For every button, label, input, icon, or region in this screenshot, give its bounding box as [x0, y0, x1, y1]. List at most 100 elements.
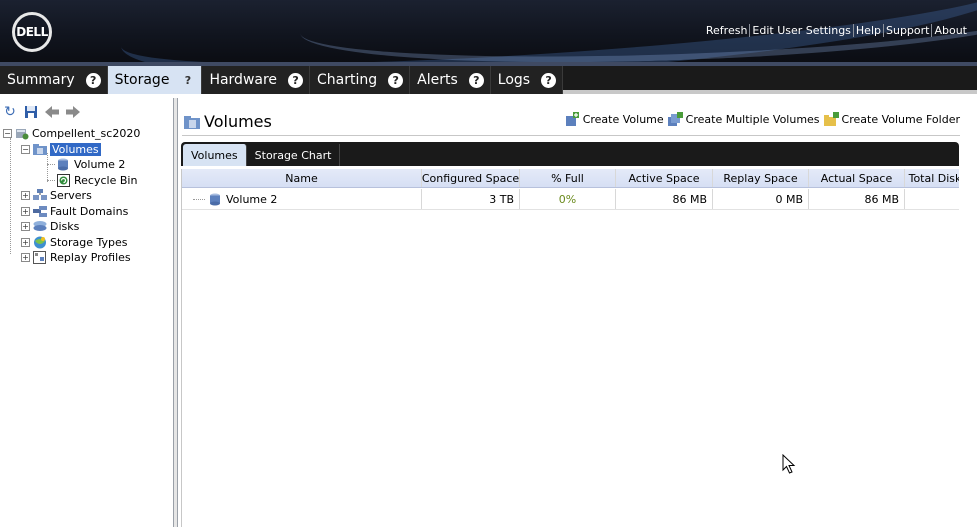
column-header-pct-full[interactable]: % Full [520, 169, 616, 187]
tree-item-label: Volume 2 [74, 158, 126, 172]
expand-icon[interactable]: + [21, 191, 30, 201]
servers-icon [33, 189, 47, 202]
help-icon[interactable]: ? [288, 72, 304, 88]
tree-line [193, 198, 205, 200]
create-multiple-volumes-icon [667, 112, 683, 127]
tab-alerts[interactable]: Alerts ? [410, 66, 491, 94]
cell-actual-space: 86 MB [809, 189, 905, 209]
tab-label: Summary [7, 72, 75, 88]
subtab-volumes[interactable]: Volumes [183, 144, 247, 166]
tree-line [47, 180, 55, 181]
volumes-folder-icon [33, 143, 47, 156]
tab-storage[interactable]: Storage ? [107, 66, 203, 94]
page-title-text: Volumes [204, 112, 272, 131]
volumes-content: Volumes Create Volume Create Multiple Vo… [179, 98, 977, 527]
create-multiple-volumes-button[interactable]: Create Multiple Volumes [667, 112, 820, 127]
column-header-active-space[interactable]: Active Space [616, 169, 713, 187]
tree-item-label: Disks [50, 220, 80, 234]
column-header-name[interactable]: Name [182, 169, 422, 187]
cell-replay-space: 0 MB [713, 189, 809, 209]
tab-label: Alerts [417, 72, 458, 88]
refresh-icon[interactable]: ↻ [2, 104, 18, 120]
create-multiple-volumes-label: Create Multiple Volumes [685, 113, 820, 126]
create-volume-button[interactable]: Create Volume [565, 112, 664, 127]
tree-item-volume-2[interactable]: Volume 2 [3, 157, 173, 173]
help-icon[interactable]: ? [85, 72, 101, 88]
cell-active-space: 86 MB [616, 189, 713, 209]
volume-actions: Create Volume Create Multiple Volumes Cr… [565, 112, 960, 127]
page-title: Volumes [184, 112, 272, 131]
replay-profiles-icon [33, 251, 47, 265]
tree-item-label: Recycle Bin [74, 173, 138, 187]
tab-label: Hardware [209, 72, 278, 88]
tab-charting[interactable]: Charting ? [310, 66, 411, 94]
cell-name: Volume 2 [182, 189, 422, 209]
table-row[interactable]: Volume 2 3 TB 0% 86 MB 0 MB 86 MB [182, 189, 959, 210]
tree-item-fault-domains[interactable]: + Fault Domains [3, 204, 173, 220]
subtab-storage-chart[interactable]: Storage Chart [247, 144, 341, 166]
create-volume-folder-button[interactable]: Create Volume Folder [823, 112, 960, 127]
back-arrow-icon[interactable] [44, 104, 60, 120]
tree-item-disks[interactable]: + Disks [3, 219, 173, 235]
tree-item-recycle-bin[interactable]: Recycle Bin [3, 173, 173, 189]
tree-item-label: Compellent_sc2020 [32, 127, 141, 141]
column-header-configured-space[interactable]: Configured Space [422, 169, 520, 187]
cell-configured-space: 3 TB [422, 189, 520, 209]
tab-hardware[interactable]: Hardware ? [202, 66, 311, 94]
table-header: Name Configured Space % Full Active Spac… [182, 169, 959, 188]
create-volume-label: Create Volume [582, 113, 664, 126]
collapse-icon[interactable]: − [3, 129, 12, 139]
expand-icon[interactable]: + [21, 253, 30, 263]
tree-item-servers[interactable]: + Servers [3, 188, 173, 204]
help-icon[interactable]: ? [541, 72, 557, 88]
tab-logs[interactable]: Logs ? [490, 66, 564, 94]
header-banner: DELL Refresh Edit User Settings Help Sup… [0, 0, 977, 62]
refresh-link[interactable]: Refresh [704, 24, 750, 37]
mouse-cursor-icon [782, 454, 796, 474]
tree-line [10, 138, 11, 254]
tab-label: Logs [497, 72, 531, 88]
storage-types-icon [33, 236, 47, 249]
column-header-actual-space[interactable]: Actual Space [809, 169, 905, 187]
tab-summary[interactable]: Summary ? [0, 66, 108, 94]
help-icon[interactable]: ? [468, 72, 484, 88]
panel-splitter[interactable] [174, 98, 178, 527]
disks-icon [33, 220, 47, 233]
help-icon[interactable]: ? [180, 73, 195, 88]
expand-icon[interactable]: + [21, 222, 30, 232]
recycle-bin-icon [57, 173, 71, 187]
cell-pct-full: 0% [520, 189, 616, 209]
tree-item-volumes[interactable]: − Volumes [3, 142, 173, 158]
volumes-table: Name Configured Space % Full Active Spac… [181, 169, 959, 527]
tree-item-label: Volumes [50, 142, 101, 156]
cell-total-disk [905, 189, 959, 209]
column-header-replay-space[interactable]: Replay Space [713, 169, 809, 187]
create-volume-folder-label: Create Volume Folder [841, 113, 960, 126]
edit-user-settings-link[interactable]: Edit User Settings [749, 24, 852, 37]
tree-item-label: Storage Types [50, 235, 128, 249]
help-icon[interactable]: ? [388, 72, 404, 88]
top-links: Refresh Edit User Settings Help Support … [704, 24, 969, 37]
content-subtabs: Volumes Storage Chart [181, 142, 959, 166]
help-link[interactable]: Help [852, 24, 883, 37]
about-link[interactable]: About [931, 24, 969, 37]
tree-item-storage-types[interactable]: + Storage Types [3, 235, 173, 251]
tree-line [47, 153, 48, 182]
forward-arrow-icon[interactable] [65, 104, 81, 120]
tree-item-label: Servers [50, 189, 92, 203]
volume-name: Volume 2 [226, 192, 278, 206]
save-icon[interactable] [23, 104, 39, 120]
create-volume-icon [565, 112, 580, 127]
create-folder-icon [823, 112, 839, 127]
tree-item-label: Fault Domains [50, 204, 129, 218]
tree-item-root[interactable]: − Compellent_sc2020 [3, 126, 173, 142]
content-title-bar: Volumes Create Volume Create Multiple Vo… [182, 110, 960, 136]
dell-logo: DELL [12, 12, 52, 52]
tab-label: Storage [114, 72, 170, 88]
column-header-total-disk[interactable]: Total Disk [905, 169, 959, 187]
tree-item-replay-profiles[interactable]: + Replay Profiles [3, 250, 173, 266]
support-link[interactable]: Support [882, 24, 931, 37]
expand-icon[interactable]: + [21, 237, 30, 247]
collapse-icon[interactable]: − [21, 144, 30, 154]
expand-icon[interactable]: + [21, 206, 30, 216]
